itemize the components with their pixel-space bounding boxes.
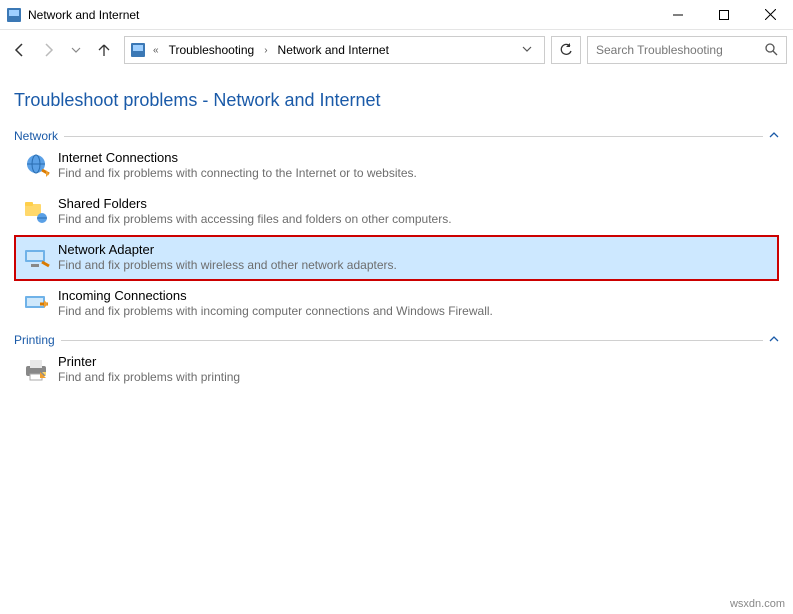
section-label-network: Network — [14, 129, 58, 143]
up-button[interactable] — [90, 36, 118, 64]
printer-icon — [20, 354, 52, 386]
item-network-adapter[interactable]: Network Adapter Find and fix problems wi… — [14, 235, 779, 281]
recent-locations-button[interactable] — [62, 36, 90, 64]
item-internet-connections[interactable]: Internet Connections Find and fix proble… — [14, 143, 779, 189]
window-icon — [6, 7, 22, 23]
item-desc: Find and fix problems with connecting to… — [58, 166, 417, 181]
item-title: Shared Folders — [58, 196, 452, 212]
folder-network-icon — [20, 196, 52, 228]
item-printer[interactable]: Printer Find and fix problems with print… — [14, 347, 779, 393]
section-header-network[interactable]: Network — [14, 129, 779, 143]
search-placeholder: Search Troubleshooting — [596, 43, 723, 57]
breadcrumb-network-internet[interactable]: Network and Internet — [274, 41, 393, 59]
address-bar[interactable]: « Troubleshooting › Network and Internet — [124, 36, 545, 64]
item-title: Incoming Connections — [58, 288, 493, 304]
refresh-button[interactable] — [551, 36, 581, 64]
address-dropdown-button[interactable] — [514, 44, 540, 57]
network-adapter-icon — [20, 242, 52, 274]
minimize-button[interactable] — [655, 0, 701, 30]
chevron-right-icon: › — [258, 45, 273, 56]
item-desc: Find and fix problems with incoming comp… — [58, 304, 493, 319]
content-area: Troubleshoot problems - Network and Inte… — [0, 70, 793, 403]
breadcrumb-prefix: « — [147, 45, 165, 56]
item-title: Internet Connections — [58, 150, 417, 166]
nav-bar: « Troubleshooting › Network and Internet… — [0, 30, 793, 70]
maximize-button[interactable] — [701, 0, 747, 30]
section-label-printing: Printing — [14, 333, 55, 347]
item-title: Printer — [58, 354, 240, 370]
section-rule — [61, 340, 763, 341]
page-title: Troubleshoot problems - Network and Inte… — [14, 90, 779, 111]
globe-icon — [20, 150, 52, 182]
search-input[interactable]: Search Troubleshooting — [587, 36, 787, 64]
search-icon — [764, 42, 778, 59]
item-desc: Find and fix problems with printing — [58, 370, 240, 385]
item-desc: Find and fix problems with wireless and … — [58, 258, 397, 273]
window-title: Network and Internet — [28, 8, 139, 22]
title-bar: Network and Internet — [0, 0, 793, 30]
section-header-printing[interactable]: Printing — [14, 333, 779, 347]
close-button[interactable] — [747, 0, 793, 30]
item-shared-folders[interactable]: Shared Folders Find and fix problems wit… — [14, 189, 779, 235]
breadcrumb-troubleshooting[interactable]: Troubleshooting — [165, 41, 259, 59]
forward-button[interactable] — [34, 36, 62, 64]
item-title: Network Adapter — [58, 242, 397, 258]
control-panel-icon — [129, 41, 147, 59]
chevron-up-icon[interactable] — [769, 334, 779, 347]
item-incoming-connections[interactable]: Incoming Connections Find and fix proble… — [14, 281, 779, 327]
watermark: wsxdn.com — [730, 598, 785, 610]
firewall-icon — [20, 288, 52, 320]
window-controls — [655, 0, 793, 30]
item-desc: Find and fix problems with accessing fil… — [58, 212, 452, 227]
section-rule — [64, 136, 763, 137]
back-button[interactable] — [6, 36, 34, 64]
chevron-up-icon[interactable] — [769, 130, 779, 143]
